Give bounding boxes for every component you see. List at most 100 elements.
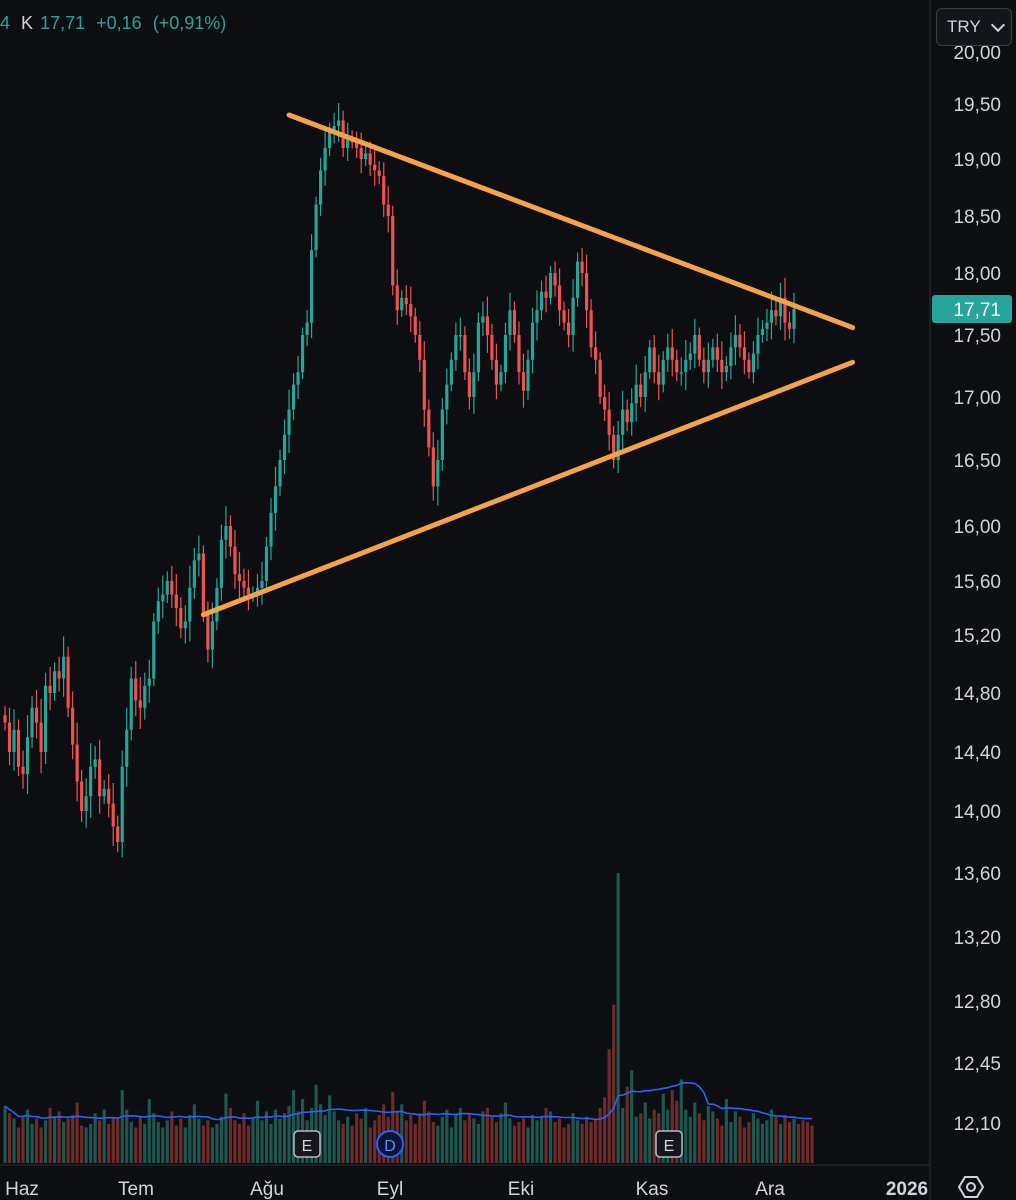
candle-body (445, 384, 449, 410)
volume-bar (526, 1127, 530, 1163)
candle-body (165, 581, 169, 595)
volume-bar (129, 1122, 133, 1163)
volume-bar (346, 1116, 350, 1163)
volume-bar (472, 1118, 476, 1163)
volume-bar (215, 1123, 219, 1163)
volume-bar (778, 1123, 783, 1163)
volume-bar (688, 1116, 692, 1163)
candle-body (80, 781, 84, 811)
candle-body (57, 671, 61, 679)
candle-body (89, 766, 93, 797)
candle-body (702, 359, 706, 373)
volume-bar (111, 1116, 115, 1163)
candle-body (476, 322, 480, 373)
volume-bar (116, 1118, 120, 1163)
candle-body (454, 335, 458, 360)
candle-body (427, 409, 431, 448)
last-price-label: 17,71 (953, 300, 1001, 321)
volume-bar (539, 1116, 544, 1163)
volume-bar (25, 1109, 30, 1163)
candle-body (720, 359, 724, 373)
volume-bar (409, 1114, 413, 1163)
volume-bar (156, 1122, 160, 1163)
volume-bar (170, 1111, 174, 1163)
candle-body (319, 170, 323, 205)
candle-body (733, 335, 737, 348)
volume-bar (711, 1111, 715, 1163)
volume-bar (125, 1109, 129, 1163)
candle-body (98, 759, 102, 797)
volume-bar (328, 1095, 332, 1163)
volume-bar (548, 1111, 553, 1163)
volume-bar (368, 1127, 372, 1163)
candle-body (43, 685, 48, 752)
candle-body (630, 403, 634, 423)
candle-body (377, 170, 381, 177)
volume-bar (787, 1122, 792, 1163)
volume-bar (589, 1122, 593, 1163)
candle-body (224, 526, 228, 540)
candle-body (282, 434, 287, 460)
candle-body (21, 766, 25, 775)
candlestick-chart[interactable]: 20,00 19,50 19,00 18,50 18,00 17,50 17,00 16,50… (0, 0, 1016, 1200)
candle-body (535, 310, 539, 323)
candle-body (715, 347, 719, 360)
candle-body (75, 744, 79, 782)
volume-bar (494, 1122, 499, 1163)
candle-body (228, 526, 233, 547)
price-tick-label: 19,50 (953, 95, 1001, 116)
price-tick-label: 12,10 (953, 1114, 1001, 1135)
candle-body (706, 359, 710, 373)
volume-bar (228, 1107, 233, 1163)
candle-body (386, 204, 390, 216)
volume-bar (521, 1118, 526, 1163)
candle-body (548, 273, 553, 298)
price-tick-label: 18,50 (953, 207, 1001, 228)
candle-body (765, 322, 769, 329)
volume-bar (48, 1107, 52, 1163)
volume-bar (715, 1118, 719, 1163)
volume-bar (625, 1086, 629, 1163)
candle-body (291, 384, 296, 410)
volume-bar (684, 1109, 688, 1163)
candle-body (751, 353, 756, 373)
volume-bar (774, 1116, 778, 1163)
candle-body (607, 409, 611, 435)
candle-body (738, 335, 742, 348)
volume-bar (197, 1118, 201, 1163)
volume-bar (801, 1120, 805, 1163)
candle-body (760, 328, 765, 335)
volume-bar (206, 1120, 210, 1163)
legend-change: +0,16 (96, 13, 142, 33)
candle-body (657, 372, 661, 385)
volume-bar (264, 1111, 269, 1163)
candle-body (697, 335, 701, 360)
gear-icon[interactable] (958, 1175, 984, 1199)
trendline-upper (286, 112, 856, 331)
volume-bar (630, 1070, 634, 1163)
candle-body (152, 621, 156, 679)
candle-body (693, 335, 697, 354)
volume-bar (373, 1120, 377, 1163)
candle-body (481, 316, 485, 323)
candle-body (684, 359, 688, 373)
candle-body (440, 409, 444, 460)
volume-bar (747, 1122, 751, 1163)
price-tick-label: 15,20 (953, 626, 1001, 647)
event-marker-label: D (384, 1138, 396, 1155)
volume-bar (255, 1100, 260, 1163)
volume-bar (517, 1122, 521, 1163)
volume-bar (562, 1127, 566, 1163)
event-marker-label: E (302, 1138, 313, 1155)
volume-bar (738, 1116, 742, 1163)
price-tick-label: 14,40 (953, 743, 1001, 764)
candle-body (688, 353, 692, 360)
volume-bar (98, 1120, 102, 1163)
candle-body (589, 310, 593, 348)
legend-close-label: K (21, 13, 34, 33)
currency-selector[interactable]: TRY (936, 8, 1012, 46)
currency-label: TRY (947, 17, 981, 36)
candle-body (634, 384, 638, 404)
candle-body (373, 164, 377, 171)
volume-bar (120, 1090, 124, 1163)
